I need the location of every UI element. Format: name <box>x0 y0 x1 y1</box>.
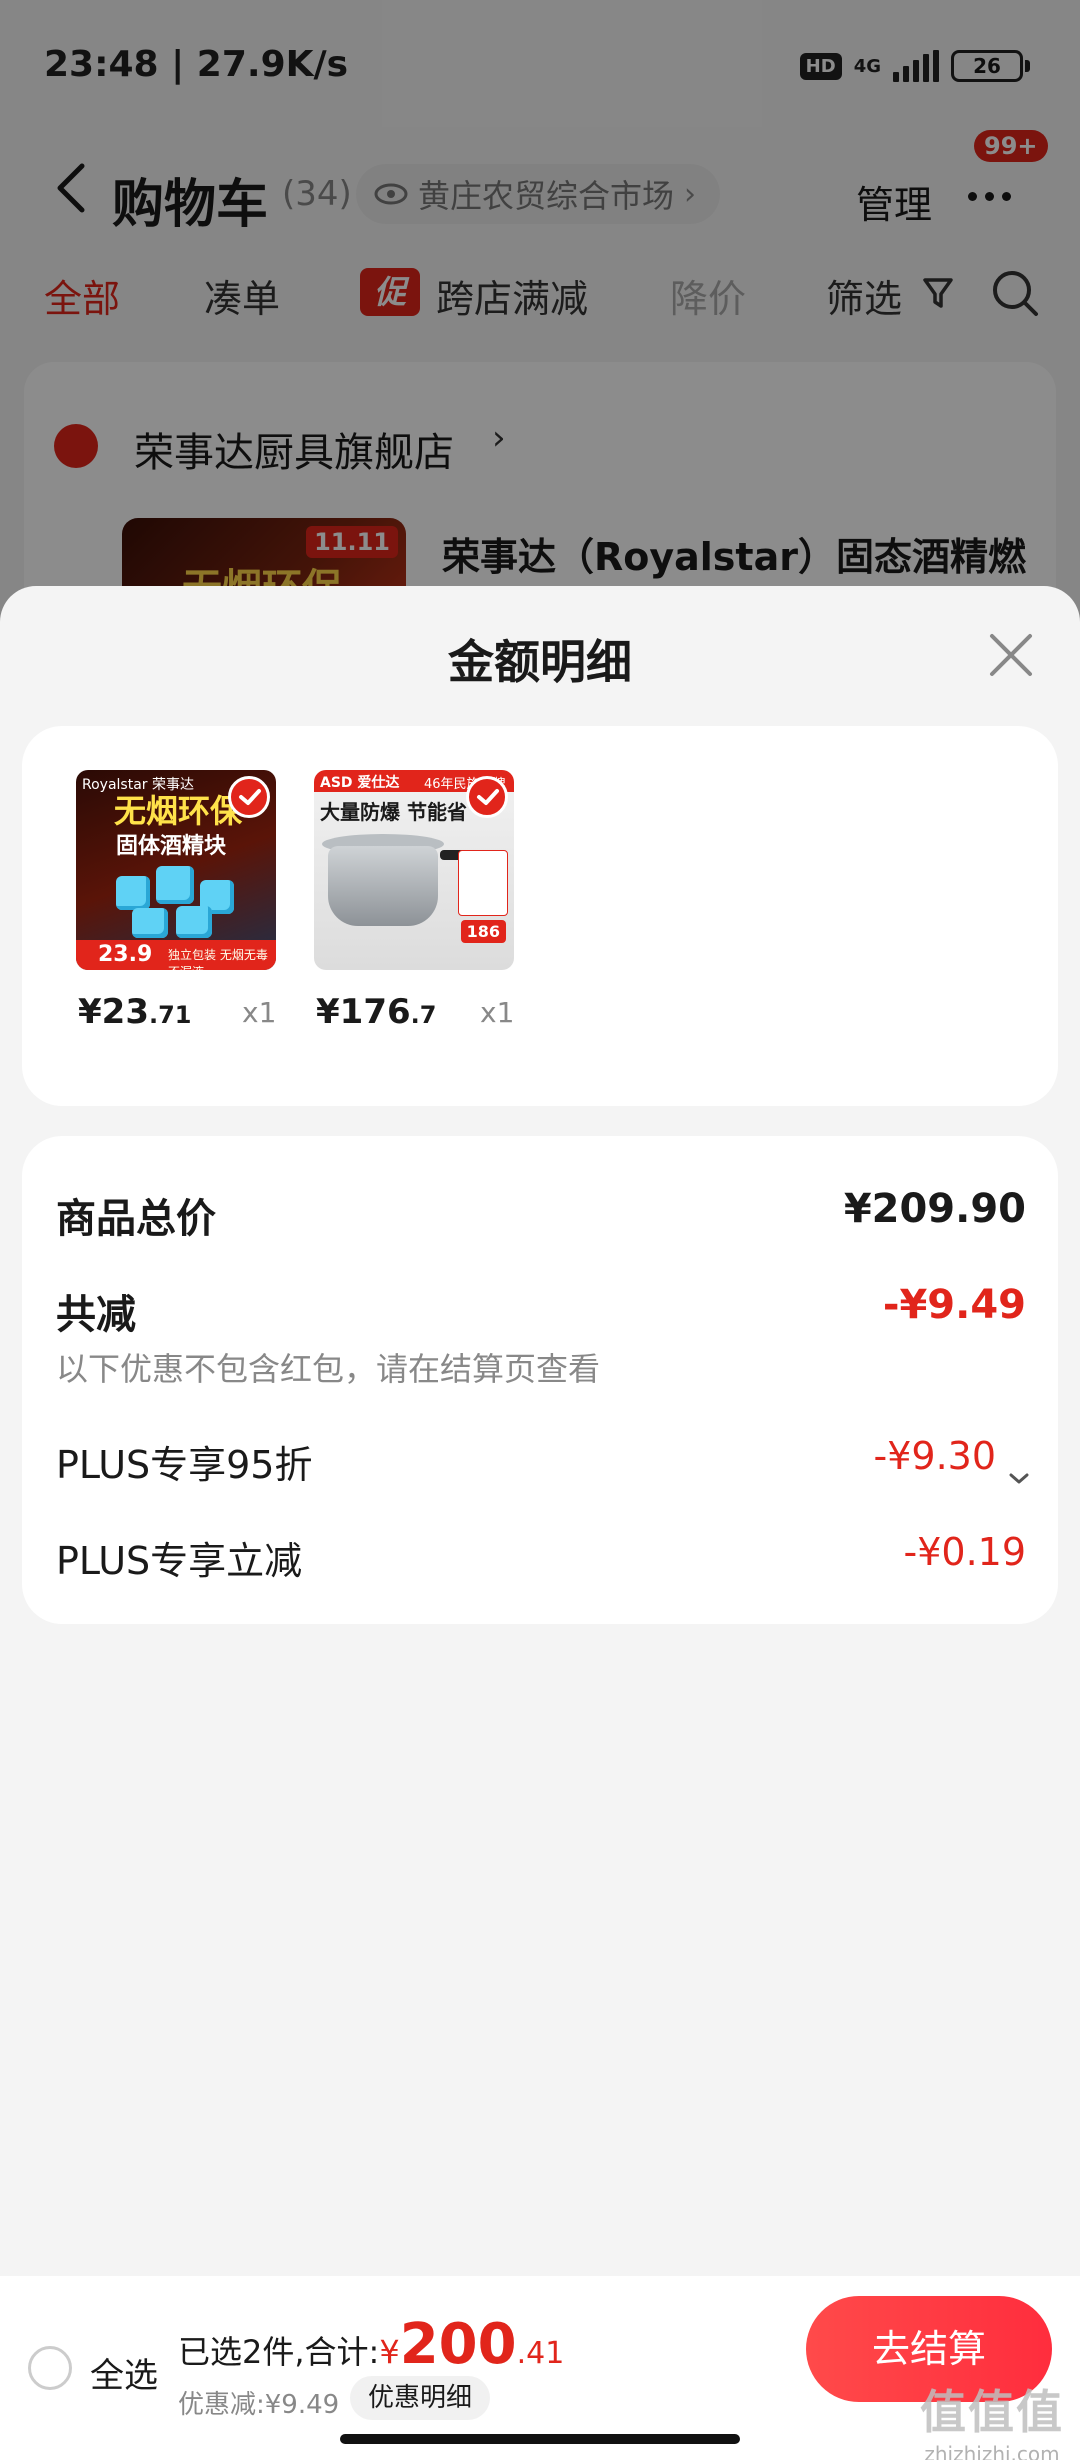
subtotal-label: 商品总价 <box>56 1196 216 1242</box>
selected-item[interactable]: Royalstar 荣事达 无烟环保 固体酒精块 23.9 独立包装 无烟无毒不… <box>76 770 276 1040</box>
item-quantity: x1 <box>480 996 515 1029</box>
amount-detail-sheet: 金额明细 Royalstar 荣事达 无烟环保 固体酒精块 23.9 独立包装 … <box>0 586 1080 2276</box>
total-amount: 200 <box>399 2312 517 2377</box>
discount-label: 共减 <box>56 1292 136 1338</box>
plus95-label[interactable]: PLUS专享95折 <box>56 1434 312 1489</box>
thumb-headline: 大量防爆 节能省 <box>320 800 467 824</box>
selected-count-text: 已选2件,合计: <box>178 2333 380 2371</box>
plus95-value[interactable]: -¥9.30 <box>874 1434 997 1478</box>
select-all-radio[interactable] <box>28 2346 72 2390</box>
item-quantity: x1 <box>242 996 277 1029</box>
chevron-down-icon[interactable] <box>1008 1472 1030 1486</box>
total-summary: 已选2件,合计: ¥ 200 .41 <box>178 2312 564 2377</box>
thumb-headline: 无烟环保 <box>114 792 243 830</box>
subtotal-value: ¥209.90 <box>843 1186 1026 1232</box>
watermark: 值值值 zhizhizhi.com <box>920 2385 1064 2460</box>
check-icon <box>466 776 508 818</box>
plus-cut-value: -¥0.19 <box>903 1530 1027 1574</box>
total-decimal: .41 <box>516 2336 565 2371</box>
item-price: ¥176.7 <box>316 992 437 1032</box>
plus-cut-label: PLUS专享立减 <box>56 1539 303 1583</box>
selected-item[interactable]: ASD 爱仕达 46年民族品牌 大量防爆 节能省 186 ¥176.7 x1 <box>314 770 514 1040</box>
check-icon <box>228 776 270 818</box>
close-icon[interactable] <box>986 630 1036 680</box>
pot-product-image: ASD 爱仕达 46年民族品牌 大量防爆 节能省 186 <box>314 770 514 970</box>
thumb-subline: 固体酒精块 <box>116 834 227 859</box>
selected-items-card: Royalstar 荣事达 无烟环保 固体酒精块 23.9 独立包装 无烟无毒不… <box>22 726 1058 1106</box>
discount-summary: 优惠减:¥9.49 <box>178 2390 340 2420</box>
thumb-tag: 186 <box>460 920 506 943</box>
discount-value: -¥9.49 <box>882 1282 1026 1328</box>
discount-note: 以下优惠不包含红包，请在结算页查看 <box>56 1350 601 1388</box>
discount-detail-button[interactable]: 优惠明细 <box>350 2376 491 2420</box>
fuel-product-image: Royalstar 荣事达 无烟环保 固体酒精块 23.9 独立包装 无烟无毒不… <box>76 770 276 970</box>
select-all-label[interactable]: 全选 <box>90 2348 158 2397</box>
home-indicator[interactable] <box>340 2434 740 2444</box>
item-price: ¥23.71 <box>78 992 192 1032</box>
total-currency: ¥ <box>379 2333 400 2371</box>
price-breakdown-card: 商品总价 ¥209.90 共减 -¥9.49 以下优惠不包含红包，请在结算页查看… <box>22 1136 1058 1624</box>
checkout-bar: 全选 已选2件,合计: ¥ 200 .41 优惠减:¥9.49 优惠明细 去结算… <box>0 2276 1080 2460</box>
sheet-title: 金额明细 <box>448 635 632 689</box>
thumb-price-strip: 23.9 独立包装 无烟无毒不漏液 <box>76 940 276 970</box>
